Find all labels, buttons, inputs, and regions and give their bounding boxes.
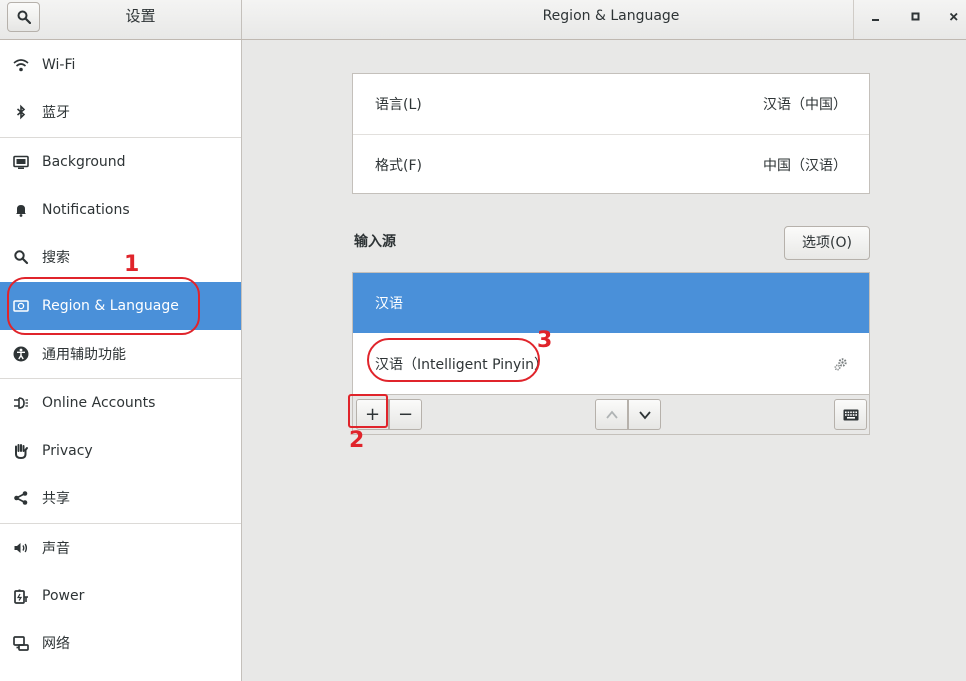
sidebar-item-label: Background (42, 154, 126, 170)
language-format-panel: 语言(L) 汉语（中国） 格式(F) 中国（汉语） (352, 73, 870, 194)
formats-row[interactable]: 格式(F) 中国（汉语） (353, 135, 869, 195)
annotation-box-2 (348, 394, 388, 428)
settings-title: 设置 (125, 7, 156, 25)
sidebar-item-bluetooth[interactable]: 蓝牙 (0, 88, 241, 136)
power-icon (13, 588, 29, 604)
sidebar-item-sound[interactable]: 声音 (0, 524, 241, 572)
sidebar-item-label: 通用辅助功能 (42, 347, 126, 363)
sidebar-item-privacy[interactable]: Privacy (0, 427, 241, 475)
input-source-label: 汉语 (375, 296, 403, 312)
online-accounts-icon (13, 395, 29, 411)
sidebar-item-network[interactable]: 网络 (0, 619, 241, 667)
search-icon (17, 10, 31, 24)
sidebar-item-sharing[interactable]: 共享 (0, 474, 241, 522)
move-down-button[interactable] (628, 399, 661, 430)
annotation-circle-1 (7, 277, 200, 335)
minimize-button[interactable] (866, 8, 886, 26)
sidebar-item-accessibility[interactable]: 通用辅助功能 (0, 330, 241, 378)
sidebar-item-label: 搜索 (42, 250, 70, 266)
privacy-hand-icon (13, 443, 29, 459)
accessibility-icon (13, 346, 29, 362)
close-icon (949, 12, 958, 21)
move-up-button[interactable] (595, 399, 628, 430)
show-keyboard-layout-button[interactable] (834, 399, 867, 430)
background-icon (13, 154, 29, 170)
sidebar-item-label: Wi-Fi (42, 57, 76, 73)
header-separator (853, 0, 854, 39)
sidebar: Wi-Fi 蓝牙 Background Notifications 搜索 Reg… (0, 40, 242, 681)
remove-input-source-button[interactable]: − (389, 399, 422, 430)
sidebar-item-online-accounts[interactable]: Online Accounts (0, 379, 241, 427)
sidebar-item-notifications[interactable]: Notifications (0, 186, 241, 234)
input-sources-toolbar: + − (353, 394, 869, 434)
settings-gear-icon[interactable] (833, 356, 849, 372)
close-button[interactable] (944, 8, 964, 26)
input-sources-heading: 输入源 (354, 234, 396, 250)
bluetooth-icon (13, 104, 29, 120)
sidebar-item-search[interactable]: 搜索 (0, 233, 241, 281)
sidebar-item-label: Online Accounts (42, 395, 156, 411)
language-label: 语言(L) (375, 97, 422, 113)
wifi-icon (13, 57, 29, 73)
speaker-icon (13, 540, 29, 556)
page-title: Region & Language (542, 8, 680, 24)
search-icon (13, 249, 29, 265)
annotation-number-1: 1 (124, 252, 140, 277)
sidebar-header: 设置 (0, 0, 242, 39)
sidebar-item-power[interactable]: Power (0, 572, 241, 620)
keyboard-icon (843, 409, 858, 420)
annotation-circle-3 (367, 338, 540, 382)
sidebar-item-label: 网络 (42, 636, 70, 652)
sidebar-item-wifi[interactable]: Wi-Fi (0, 41, 241, 89)
options-button[interactable]: 选项(O) (784, 226, 870, 260)
sidebar-item-label: Power (42, 588, 85, 604)
share-icon (13, 490, 29, 506)
annotation-number-2: 2 (349, 428, 365, 453)
maximize-button[interactable] (906, 8, 926, 26)
language-row[interactable]: 语言(L) 汉语（中国） (353, 74, 869, 134)
sidebar-item-background[interactable]: Background (0, 138, 241, 186)
chevron-up-icon (605, 410, 618, 419)
header-bar: 设置 Region & Language (0, 0, 966, 40)
annotation-number-3: 3 (537, 328, 553, 353)
sidebar-item-label: 蓝牙 (42, 105, 70, 121)
input-source-row[interactable]: 汉语 (353, 273, 869, 333)
formats-value: 中国（汉语） (763, 158, 847, 174)
minus-icon: − (397, 404, 414, 425)
language-value: 汉语（中国） (763, 97, 847, 113)
bell-icon (13, 202, 29, 218)
sidebar-item-label: 声音 (42, 541, 70, 557)
sidebar-item-label: 共享 (42, 491, 70, 507)
network-icon (13, 635, 29, 651)
sidebar-item-label: Notifications (42, 202, 130, 218)
formats-label: 格式(F) (375, 158, 422, 174)
chevron-down-icon (638, 410, 651, 419)
search-button[interactable] (7, 2, 40, 32)
sidebar-item-label: Privacy (42, 443, 93, 459)
maximize-icon (911, 12, 920, 21)
minimize-icon (872, 19, 879, 21)
